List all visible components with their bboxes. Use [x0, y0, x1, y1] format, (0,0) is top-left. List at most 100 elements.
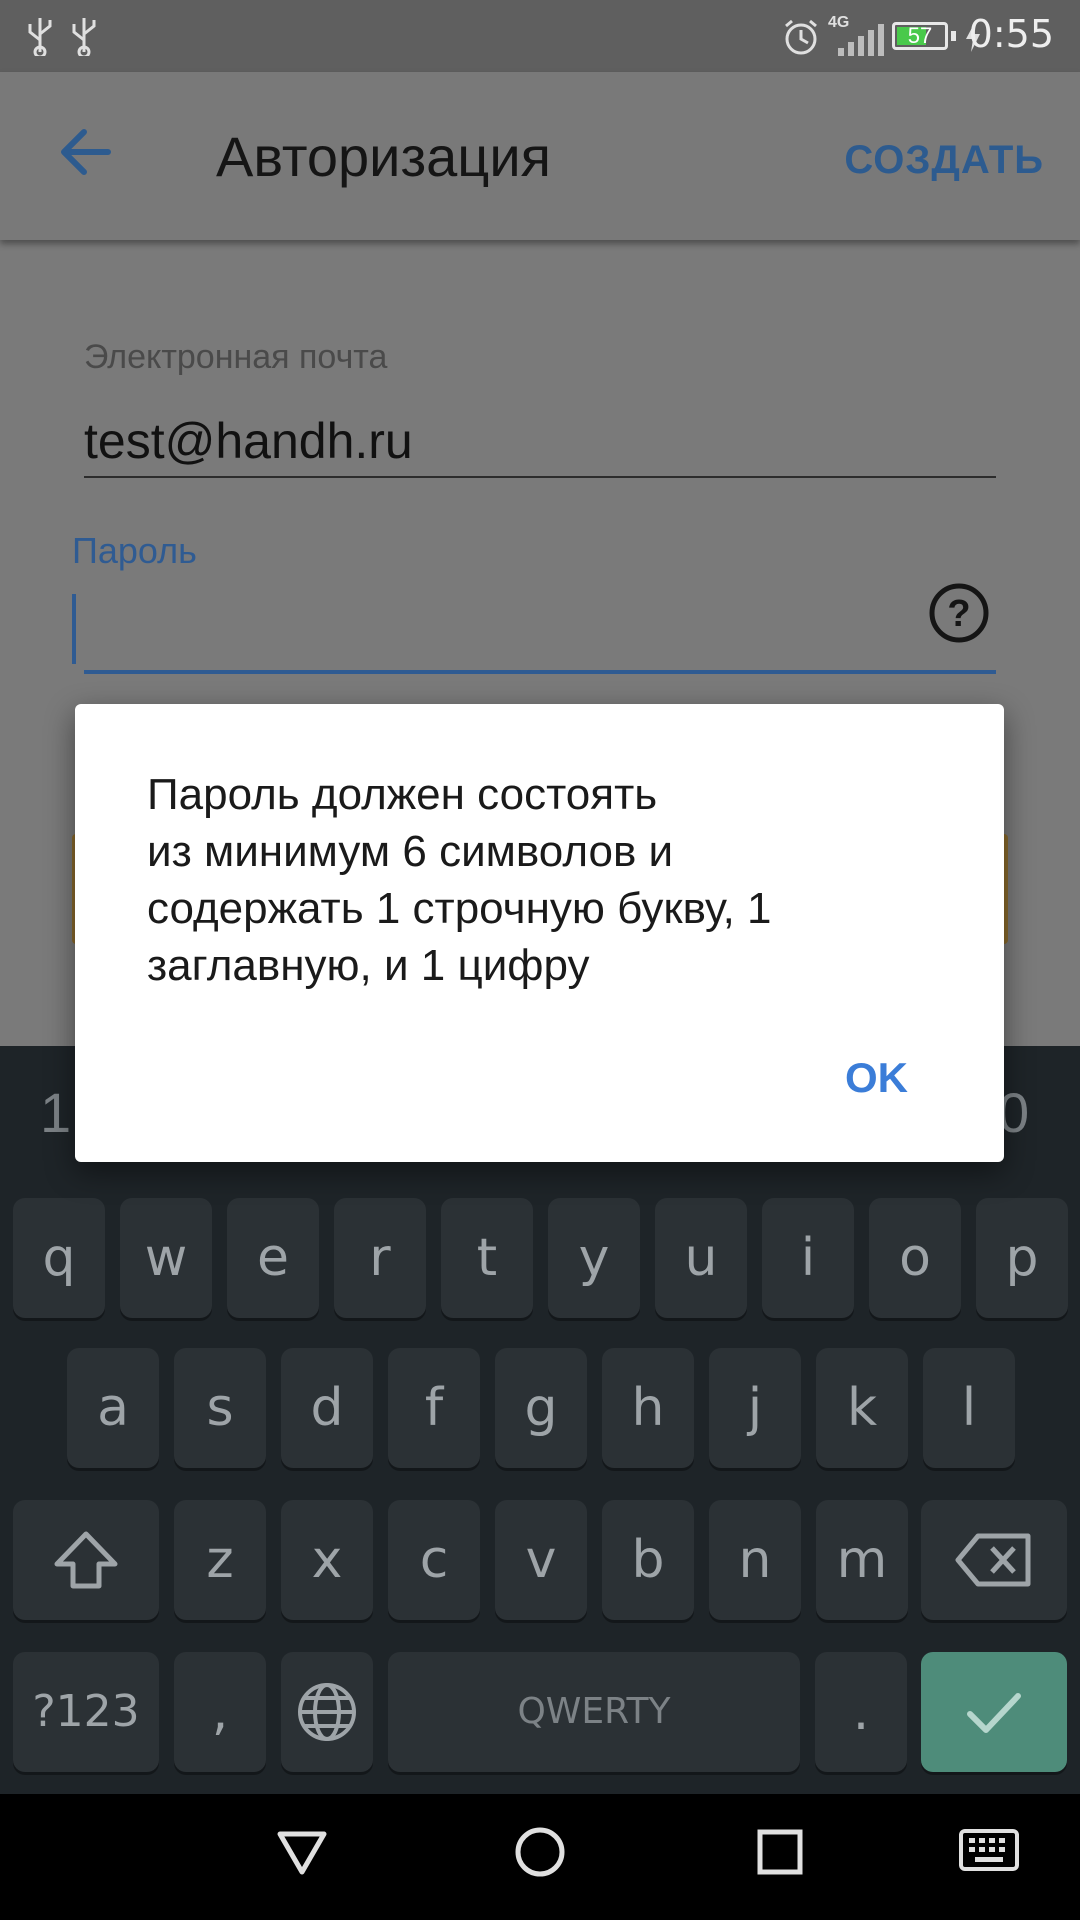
question-circle-icon[interactable]: ? [928, 582, 990, 644]
dialog-message-line: заглавную, и 1 цифру [147, 941, 590, 990]
key-r[interactable]: r [334, 1198, 426, 1318]
key-g[interactable]: g [495, 1348, 587, 1468]
key-f-label: f [424, 1378, 444, 1438]
key-o[interactable]: o [869, 1198, 961, 1318]
key-b[interactable]: b [602, 1500, 694, 1620]
key-k-label: k [846, 1378, 878, 1438]
symbols-key-label: ?123 [32, 1686, 140, 1737]
password-requirements-dialog: Пароль должен состоять из минимум 6 симв… [75, 704, 1004, 1162]
shift-key[interactable] [13, 1500, 159, 1620]
home-circle-icon[interactable] [512, 1824, 568, 1880]
backspace-icon [955, 1533, 1031, 1587]
key-c-label: c [419, 1530, 449, 1590]
battery-level: 57 [907, 23, 933, 48]
key-s-label: s [206, 1378, 234, 1438]
key-l[interactable]: l [923, 1348, 1015, 1468]
key-m-label: m [836, 1530, 888, 1590]
key-k[interactable]: k [816, 1348, 908, 1468]
space-key[interactable]: QWERTY [388, 1652, 800, 1772]
checkmark-icon [967, 1693, 1021, 1733]
key-u[interactable]: u [655, 1198, 747, 1318]
period-key-label: . [852, 1682, 870, 1742]
key-o-label: o [899, 1228, 931, 1288]
key-i[interactable]: i [762, 1198, 854, 1318]
backspace-key[interactable] [921, 1500, 1067, 1620]
key-h-label: h [631, 1378, 665, 1438]
back-triangle-icon[interactable] [274, 1824, 330, 1880]
key-j-label: j [747, 1378, 763, 1438]
key-w[interactable]: w [120, 1198, 212, 1318]
key-v[interactable]: v [495, 1500, 587, 1620]
dialog-message-line: из минимум 6 символов и [147, 827, 674, 876]
key-d-label: d [310, 1378, 344, 1438]
enter-key[interactable] [921, 1652, 1067, 1772]
clock: 0:55 [968, 12, 1054, 56]
symbols-key[interactable]: ?123 [13, 1652, 159, 1772]
globe-key[interactable] [281, 1652, 373, 1772]
dialog-message-line: Пароль должен состоять [147, 770, 658, 819]
key-v-label: v [525, 1530, 557, 1590]
key-l-label: l [961, 1378, 977, 1438]
key-q-label: q [42, 1228, 76, 1288]
status-bar: 4G 57 0:55 [0, 0, 1080, 72]
number-key-1[interactable]: 1 [40, 1080, 71, 1145]
key-n[interactable]: n [709, 1500, 801, 1620]
key-j[interactable]: j [709, 1348, 801, 1468]
key-c[interactable]: c [388, 1500, 480, 1620]
key-s[interactable]: s [174, 1348, 266, 1468]
key-h[interactable]: h [602, 1348, 694, 1468]
key-x[interactable]: x [281, 1500, 373, 1620]
space-key-label: QWERTY [517, 1691, 671, 1732]
key-i-label: i [800, 1228, 816, 1288]
key-e-label: e [257, 1228, 289, 1288]
key-z[interactable]: z [174, 1500, 266, 1620]
dialog-message: Пароль должен состоять из минимум 6 симв… [147, 766, 907, 994]
key-a-label: a [97, 1378, 129, 1438]
app-bar: Авторизация СОЗДАТЬ [0, 72, 1080, 240]
usb-icon [72, 18, 96, 56]
key-y-label: y [578, 1228, 610, 1288]
usb-icon [28, 18, 52, 56]
comma-key[interactable]: , [174, 1652, 266, 1772]
keyboard-icon[interactable] [958, 1826, 1020, 1876]
key-t[interactable]: t [441, 1198, 533, 1318]
globe-icon [298, 1683, 356, 1741]
key-a[interactable]: a [67, 1348, 159, 1468]
key-t-label: t [476, 1228, 498, 1288]
arrow-left-icon[interactable] [56, 122, 116, 182]
key-f[interactable]: f [388, 1348, 480, 1468]
key-e[interactable]: e [227, 1198, 319, 1318]
alarm-icon [785, 19, 817, 55]
key-q[interactable]: q [13, 1198, 105, 1318]
key-g-label: g [524, 1378, 558, 1438]
recents-square-icon[interactable] [752, 1824, 808, 1880]
key-z-label: z [206, 1530, 234, 1590]
navigation-bar [0, 1794, 1080, 1920]
period-key[interactable]: . [815, 1652, 907, 1772]
key-p[interactable]: p [976, 1198, 1068, 1318]
svg-text:?: ? [947, 593, 970, 635]
page-title: Авторизация [216, 125, 551, 188]
create-account-button[interactable]: СОЗДАТЬ [844, 138, 1044, 183]
key-y[interactable]: y [548, 1198, 640, 1318]
key-m[interactable]: m [816, 1500, 908, 1620]
key-u-label: u [684, 1228, 718, 1288]
password-underline [84, 670, 996, 674]
battery-icon: 57 [892, 22, 948, 50]
shift-icon [54, 1531, 118, 1589]
email-field-label: Электронная почта [84, 338, 388, 376]
password-field-label: Пароль [72, 530, 197, 571]
key-x-label: x [311, 1530, 343, 1590]
email-underline [84, 476, 996, 478]
password-field[interactable] [72, 594, 76, 664]
comma-key-label: , [211, 1682, 229, 1742]
key-d[interactable]: d [281, 1348, 373, 1468]
dialog-ok-button[interactable]: OK [845, 1054, 908, 1102]
key-w-label: w [144, 1228, 188, 1288]
email-field[interactable]: test@handh.ru [84, 412, 413, 470]
key-b-label: b [631, 1530, 665, 1590]
dialog-message-line: содержать 1 строчную букву, 1 [147, 884, 772, 933]
key-n-label: n [738, 1530, 772, 1590]
signal-icon [838, 24, 884, 56]
key-r-label: r [369, 1228, 391, 1288]
